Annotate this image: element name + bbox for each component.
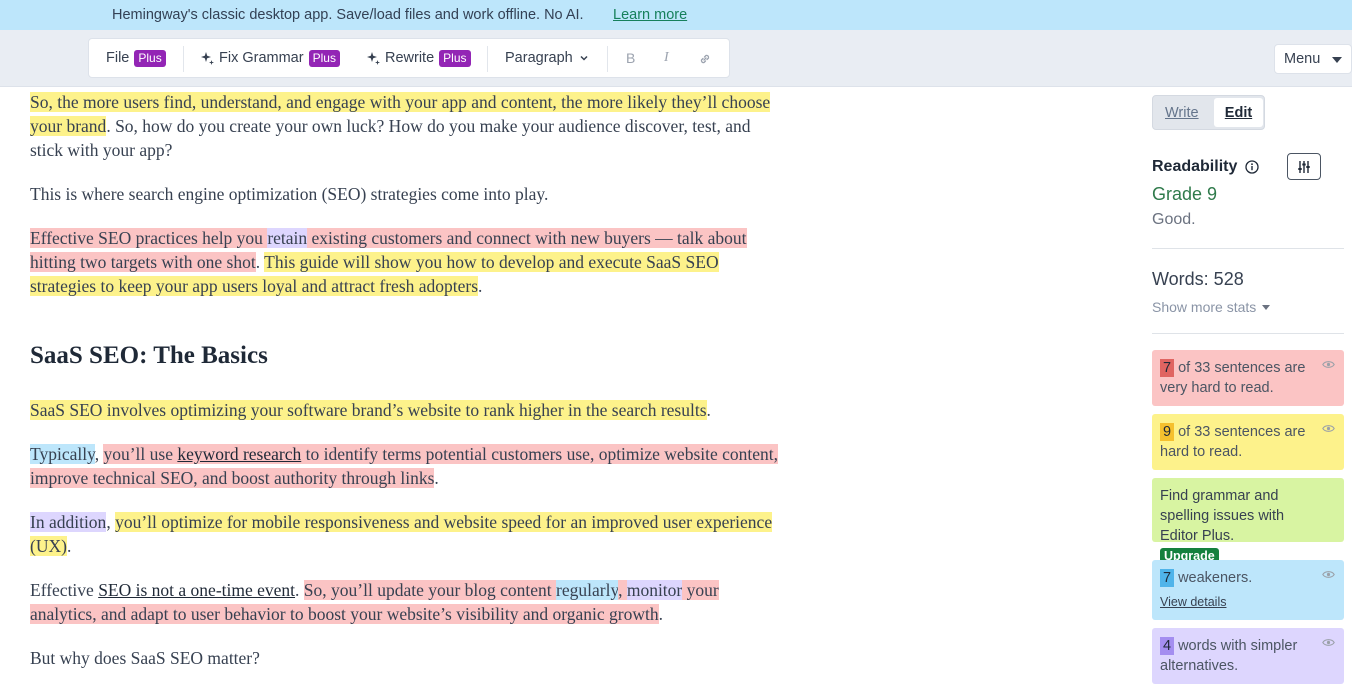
grade-level: Grade 9 — [1152, 184, 1218, 204]
write-edit-toggle: Write Edit — [1152, 95, 1265, 130]
toolbar-divider — [607, 46, 608, 72]
punctuation: . — [706, 400, 711, 420]
very-hard-sentence-highlight: , — [618, 580, 627, 600]
sparkle-icon — [201, 51, 214, 65]
edit-mode-button[interactable]: Edit — [1214, 98, 1263, 127]
hard-sentences-card[interactable]: 9 of 33 sentences are hard to read. — [1152, 414, 1344, 470]
hard-sentence-highlight: SaaS SEO involves optimizing your softwa… — [30, 400, 707, 420]
divider — [1152, 333, 1344, 334]
chevron-down-icon — [580, 55, 588, 61]
punctuation: . — [478, 276, 483, 296]
eye-icon[interactable] — [1322, 570, 1335, 579]
simpler-alternatives-card[interactable]: 4 words with simpler alternatives. — [1152, 628, 1344, 684]
paragraph: Effective SEO practices help you retain … — [30, 226, 780, 298]
very-hard-sentence-highlight: So, you’ll update your blog content — [303, 580, 557, 600]
simpler-word-highlight: In addition — [30, 512, 107, 532]
very-hard-sentence-highlight: you’ll use keyword research to identify … — [30, 444, 779, 488]
show-more-stats-toggle[interactable]: Show more stats — [1152, 299, 1271, 315]
word-count: Words: 528 — [1152, 269, 1244, 289]
editor-toolbar: File Plus Fix Grammar Plus Rewrite Plus … — [88, 38, 730, 78]
hard-count: 9 — [1160, 423, 1175, 441]
file-button[interactable]: File Plus — [106, 39, 166, 77]
sentence-part: Effective — [30, 580, 99, 600]
paragraph: In addition, you’ll optimize for mobile … — [30, 510, 780, 558]
keyword-research-link[interactable]: keyword research — [177, 444, 301, 464]
simpler-word-highlight: monitor — [626, 580, 683, 600]
hard-text: of 33 sentences are hard to read. — [1160, 424, 1306, 460]
weakener-highlight: Typically — [30, 444, 95, 464]
sentence-part: you’ll use — [103, 444, 178, 464]
toolbar-divider — [183, 46, 184, 72]
editor-content[interactable]: So, the more users find, understand, and… — [30, 90, 780, 690]
info-icon[interactable] — [1245, 160, 1260, 174]
banner-text: Hemingway's classic desktop app. Save/lo… — [112, 7, 584, 23]
paragraph: Effective SEO is not a one-time event. S… — [30, 578, 780, 626]
paragraph-label: Paragraph — [505, 50, 573, 66]
punctuation: . — [295, 580, 304, 600]
view-details-link[interactable]: View details — [1160, 592, 1322, 612]
readability-settings-button[interactable] — [1287, 153, 1321, 180]
sparkle-icon — [367, 51, 380, 65]
very-hard-count: 7 — [1160, 359, 1175, 377]
grammar-upsell-card: Find grammar and spelling issues with Ed… — [1152, 478, 1344, 565]
sliders-icon — [1298, 160, 1310, 173]
simpler-text: words with simpler alternatives. — [1160, 638, 1298, 674]
punctuation: . — [66, 536, 72, 556]
weakeners-text: weakeners. — [1178, 570, 1253, 586]
readability-label: Readability — [1152, 158, 1238, 175]
punctuation: . — [658, 604, 663, 624]
rewrite-label: Rewrite — [385, 50, 435, 66]
bold-button[interactable]: B — [626, 50, 635, 66]
weakeners-card[interactable]: 7 weakeners. View details — [1152, 560, 1344, 620]
eye-icon[interactable] — [1322, 360, 1335, 369]
punctuation: . — [434, 468, 439, 488]
paragraph: But why does SaaS SEO matter? — [30, 648, 260, 668]
top-bar: File Plus Fix Grammar Plus Rewrite Plus … — [0, 30, 1352, 87]
very-hard-sentences-card[interactable]: 7 of 33 sentences are very hard to read. — [1152, 350, 1344, 406]
plus-badge: Plus — [134, 49, 166, 67]
very-hard-sentence-highlight: Effective SEO practices help you — [30, 228, 268, 248]
link-icon[interactable] — [698, 52, 712, 66]
weakeners-count: 7 — [1160, 569, 1175, 587]
weakener-highlight: regularly — [556, 580, 619, 600]
punctuation: , — [106, 512, 116, 532]
promo-banner: Hemingway's classic desktop app. Save/lo… — [0, 0, 1352, 30]
write-mode-button[interactable]: Write — [1165, 105, 1199, 121]
menu-button[interactable]: Menu — [1274, 44, 1352, 74]
fix-grammar-label: Fix Grammar — [219, 50, 304, 66]
caret-down-icon — [1332, 57, 1342, 63]
readability-verdict: Good. — [1152, 211, 1196, 228]
paragraph: This is where search engine optimization… — [30, 184, 549, 204]
italic-button[interactable]: I — [664, 50, 669, 66]
readability-title: Readability — [1152, 158, 1260, 176]
eye-icon[interactable] — [1322, 424, 1335, 433]
very-hard-text: of 33 sentences are very hard to read. — [1160, 360, 1306, 396]
divider — [1152, 248, 1344, 249]
seo-link[interactable]: SEO is not a one-time event — [98, 580, 295, 600]
simpler-count: 4 — [1160, 637, 1175, 655]
hard-sentence-highlight: you’ll optimize for mobile responsivenes… — [30, 512, 773, 556]
paragraph-dropdown[interactable]: Paragraph — [505, 39, 589, 77]
plus-badge: Plus — [308, 49, 340, 67]
eye-icon[interactable] — [1322, 638, 1335, 647]
plus-badge: Plus — [439, 49, 471, 67]
rewrite-button[interactable]: Rewrite Plus — [367, 39, 471, 77]
show-more-stats-label: Show more stats — [1152, 299, 1257, 315]
grammar-upsell-text: Find grammar and spelling issues with Ed… — [1160, 488, 1285, 544]
paragraph: Typically, you’ll use keyword research t… — [30, 442, 780, 490]
sentence: . So, how do you create your own luck? H… — [30, 116, 751, 160]
menu-label: Menu — [1284, 51, 1321, 67]
section-heading: SaaS SEO: The Basics — [30, 342, 268, 369]
learn-more-link[interactable]: Learn more — [613, 7, 687, 23]
file-label: File — [106, 50, 130, 66]
toolbar-divider — [487, 46, 488, 72]
paragraph: So, the more users find, understand, and… — [30, 90, 780, 162]
caret-down-icon — [1262, 304, 1271, 310]
punctuation: . — [255, 252, 265, 272]
simpler-word-highlight: retain — [267, 228, 308, 248]
fix-grammar-button[interactable]: Fix Grammar Plus — [201, 39, 340, 77]
paragraph: SaaS SEO involves optimizing your softwa… — [30, 398, 780, 422]
